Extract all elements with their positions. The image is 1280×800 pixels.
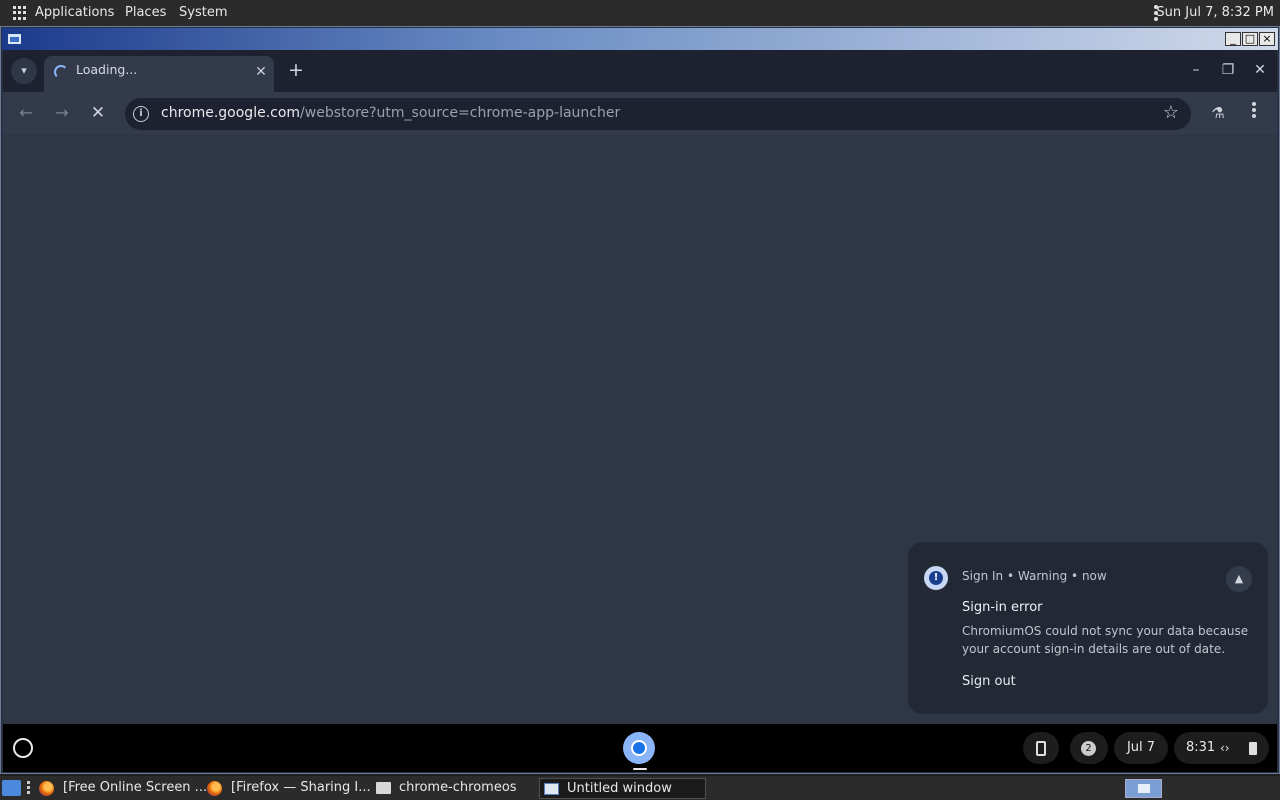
folder-icon	[376, 782, 391, 794]
taskbar-item[interactable]: [Free Online Screen ...	[38, 776, 207, 800]
panel-clock[interactable]: Sun Jul 7, 8:32 PM	[1156, 0, 1274, 26]
notification-body: ChromiumOS could not sync your data beca…	[962, 624, 1249, 656]
notification-source: Sign In	[962, 569, 1004, 583]
stop-loading-icon[interactable]: ✕	[85, 100, 111, 126]
taskbar-item-label: Untitled window	[567, 781, 672, 796]
workspace-switcher[interactable]	[1125, 779, 1162, 798]
phone-hub-button[interactable]	[1023, 732, 1059, 764]
apps-grid-icon[interactable]	[13, 6, 27, 20]
battery-icon	[1249, 742, 1257, 755]
taskbar-item-label: [Firefox — Sharing I...	[231, 780, 371, 795]
sign-out-button[interactable]: Sign out	[962, 674, 1016, 689]
browser-toolbar: ← → ✕ i chrome.google.com/webstore?utm_s…	[3, 92, 1277, 134]
date-tray-button[interactable]: Jul 7	[1114, 732, 1168, 764]
notification-center-button[interactable]: 2	[1070, 732, 1108, 764]
x-maximize-button[interactable]: □	[1242, 32, 1258, 46]
phone-icon	[1036, 741, 1046, 756]
notification-level: Warning	[1017, 569, 1068, 583]
shelf-time: 8:31	[1186, 740, 1216, 755]
warning-icon	[924, 566, 948, 590]
taskbar-item-label: [Free Online Screen ...	[63, 780, 208, 795]
bottom-taskbar: [Free Online Screen ... [Firefox — Shari…	[0, 776, 1280, 800]
show-desktop-icon[interactable]	[2, 780, 21, 796]
loading-spinner-icon	[54, 65, 68, 79]
chromeos-shelf: 2 Jul 7 8:31 ‹›	[3, 724, 1277, 772]
network-icon: ‹›	[1220, 741, 1230, 755]
address-bar[interactable]: i chrome.google.com/webstore?utm_source=…	[125, 98, 1191, 130]
chrome-app-icon[interactable]	[623, 732, 655, 764]
notification-popup[interactable]: Sign In • Warning • now ▲ Sign-in error …	[908, 542, 1268, 714]
url-host: chrome.google.com	[161, 105, 301, 121]
firefox-icon	[207, 781, 222, 796]
bookmark-star-icon[interactable]: ☆	[1163, 102, 1179, 123]
tab-search-button[interactable]: ▾	[11, 58, 37, 84]
taskbar-item-active[interactable]: Untitled window	[539, 778, 706, 799]
x-window-titlebar[interactable]: _ □ ×	[2, 28, 1278, 50]
top-panel: Applications Places System Sun Jul 7, 8:…	[0, 0, 1280, 26]
window-icon	[544, 783, 559, 795]
notification-title: Sign-in error	[962, 600, 1043, 615]
browser-tab[interactable]: Loading... ✕	[44, 56, 274, 92]
labs-flask-icon[interactable]: ⚗	[1205, 100, 1231, 126]
running-indicator	[633, 768, 647, 770]
chevron-up-icon[interactable]: ▲	[1226, 566, 1252, 592]
new-tab-button[interactable]: +	[285, 60, 307, 82]
taskbar-handle-icon[interactable]	[27, 781, 31, 795]
notification-header: Sign In • Warning • now	[962, 569, 1107, 583]
forward-arrow-icon[interactable]: →	[49, 100, 75, 126]
firefox-icon	[39, 781, 54, 796]
launcher-icon[interactable]	[13, 738, 33, 758]
window-icon[interactable]	[7, 33, 22, 45]
places-menu[interactable]: Places	[125, 0, 166, 26]
tab-close-icon[interactable]: ✕	[252, 63, 270, 81]
tab-strip: ▾ Loading... ✕ + – ❐ ✕	[3, 50, 1277, 92]
status-tray-button[interactable]: 8:31 ‹›	[1174, 732, 1269, 764]
taskbar-item-label: chrome-chromeos	[399, 780, 517, 795]
minimize-icon[interactable]: –	[1184, 58, 1208, 82]
tab-title: Loading...	[76, 62, 138, 77]
close-icon[interactable]: ✕	[1248, 58, 1272, 82]
notification-count-badge: 2	[1081, 741, 1096, 756]
x-minimize-button[interactable]: _	[1225, 32, 1241, 46]
url-text[interactable]: chrome.google.com/webstore?utm_source=ch…	[161, 105, 620, 121]
applications-menu[interactable]: Applications	[35, 0, 114, 26]
restore-icon[interactable]: ❐	[1216, 58, 1240, 82]
taskbar-item[interactable]: [Firefox — Sharing I...	[206, 776, 371, 800]
notification-time: now	[1081, 569, 1107, 583]
x-close-button[interactable]: ×	[1259, 32, 1275, 46]
back-arrow-icon[interactable]: ←	[13, 100, 39, 126]
site-info-icon[interactable]: i	[133, 106, 149, 122]
chrome-menu-icon[interactable]	[1241, 102, 1267, 126]
system-menu[interactable]: System	[179, 0, 227, 26]
taskbar-item[interactable]: chrome-chromeos	[375, 776, 517, 800]
url-path: /webstore?utm_source=chrome-app-launcher	[300, 105, 621, 121]
